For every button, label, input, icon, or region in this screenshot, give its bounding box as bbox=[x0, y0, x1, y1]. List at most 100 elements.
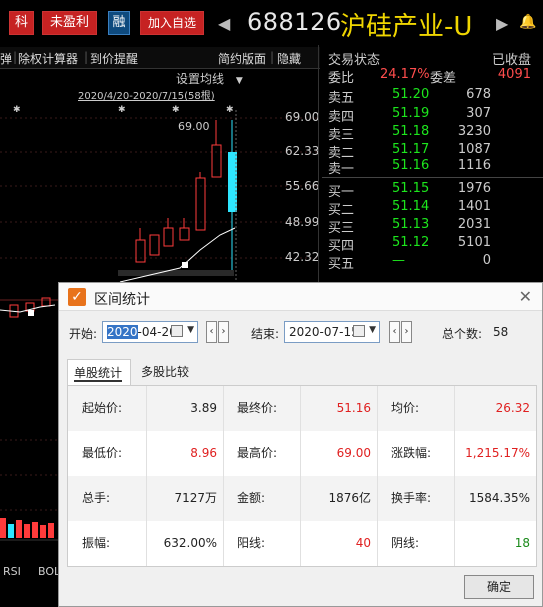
stats-tabs: 单股统计 多股比较 bbox=[67, 359, 537, 385]
end-date-label: 结束: bbox=[251, 327, 280, 341]
dialog-title-bar[interactable]: ✓ 区间统计 ✕ bbox=[59, 283, 542, 311]
margin-trading-tag: 融 bbox=[108, 11, 130, 35]
ask-price: 51.17 bbox=[392, 142, 430, 157]
prev-stock-icon[interactable]: ◀ bbox=[218, 14, 230, 33]
chevron-down-icon[interactable]: ▼ bbox=[187, 325, 194, 335]
commission-diff-value: 4091 bbox=[497, 67, 531, 82]
panel-divider bbox=[318, 45, 319, 285]
ask-volume: 307 bbox=[466, 106, 491, 121]
bid-price: 51.12 bbox=[392, 235, 430, 250]
toolbar-divider: | bbox=[270, 50, 275, 64]
start-next-button[interactable]: › bbox=[218, 321, 229, 343]
next-stock-icon[interactable]: ▶ bbox=[496, 14, 508, 33]
bid-row[interactable]: 买二 51.14 1401 bbox=[322, 199, 543, 218]
indicator-tabs: RSI BOL bbox=[0, 563, 60, 581]
commission-ratio-value: 24.17% bbox=[380, 67, 430, 82]
trade-status-label: 交易状态 bbox=[328, 53, 381, 68]
tab-rsi[interactable]: RSI bbox=[3, 565, 21, 578]
bid-row[interactable]: 买四 51.12 5101 bbox=[322, 235, 543, 254]
stat-value: 7127万 bbox=[174, 491, 217, 505]
calendar-icon[interactable] bbox=[353, 325, 365, 337]
simple-layout-button[interactable]: 简约版面 bbox=[218, 50, 266, 67]
commission-ratio-label: 委比 bbox=[328, 71, 355, 86]
stat-value: 1584.35% bbox=[468, 491, 530, 505]
stat-label: 涨跌幅: bbox=[391, 446, 432, 460]
bid-price: 51.13 bbox=[392, 217, 430, 232]
price-alert-button[interactable]: 到价提醒 bbox=[90, 50, 138, 67]
stat-label: 最高价: bbox=[237, 446, 278, 460]
start-date-year: 2020 bbox=[107, 325, 138, 339]
svg-text:✱: ✱ bbox=[13, 105, 21, 115]
ask-row[interactable]: 卖一 51.16 1116 bbox=[322, 158, 543, 177]
total-count-label: 总个数: bbox=[442, 327, 483, 341]
ok-button[interactable]: 确定 bbox=[464, 575, 534, 599]
bid-row[interactable]: 买三 51.13 2031 bbox=[322, 217, 543, 236]
y-axis-label: 42.32 bbox=[285, 250, 320, 264]
chevron-down-icon[interactable]: ▼ bbox=[369, 325, 376, 335]
toolbar-divider: | bbox=[84, 50, 89, 64]
unprofitable-tag: 未盈利 bbox=[42, 11, 97, 35]
stat-value: 40 bbox=[355, 536, 371, 550]
stat-value: 3.89 bbox=[190, 401, 217, 415]
stat-value: 26.32 bbox=[495, 401, 530, 415]
bid-row[interactable]: 买一 51.15 1976 bbox=[322, 181, 543, 200]
end-prev-button[interactable]: ‹ bbox=[389, 321, 400, 343]
ask-label: 卖一 bbox=[328, 162, 355, 177]
ex-rights-calculator-button[interactable]: 除权计算器 bbox=[18, 50, 78, 67]
start-date-picker[interactable]: 2020-04-20 ▼ bbox=[102, 321, 198, 343]
bid-volume: 1976 bbox=[457, 181, 491, 196]
stats-table: 起始价: 3.89 最终价: 51.16 均价: 26.32 最低价: 8.96… bbox=[67, 385, 537, 567]
y-axis-label: 48.99 bbox=[285, 215, 320, 229]
tab-single-stock[interactable]: 单股统计 bbox=[67, 359, 131, 385]
start-date-value: 2020-04-20 bbox=[107, 325, 177, 339]
tab-boll[interactable]: BOL bbox=[38, 565, 60, 578]
interval-stats-dialog: ✓ 区间统计 ✕ 开始: 2020-04-20 ▼ ‹ › 结束: 2020-0… bbox=[58, 282, 543, 607]
quote-header: 科 未盈利 融 加入自选 ◀ 688126 沪硅产业-U ▶ 🔔 bbox=[0, 0, 543, 45]
add-to-watchlist-button[interactable]: 加入自选 bbox=[140, 11, 204, 35]
stat-label: 振幅: bbox=[82, 536, 111, 550]
bid-volume: 0 bbox=[482, 253, 491, 268]
bid-label: 买三 bbox=[328, 221, 355, 236]
total-count-value: 58 bbox=[493, 325, 509, 339]
stat-value: 69.00 bbox=[336, 446, 371, 460]
calendar-icon[interactable] bbox=[171, 325, 183, 337]
end-date-picker[interactable]: 2020-07-15 ▼ bbox=[284, 321, 380, 343]
chart-toolbar: 弹 | 除权计算器 | 到价提醒 简约版面 | 隐藏 bbox=[0, 47, 320, 69]
bid-volume: 1401 bbox=[457, 199, 491, 214]
alert-bell-icon[interactable]: 🔔 bbox=[519, 14, 536, 30]
close-icon[interactable]: ✕ bbox=[519, 287, 532, 306]
ma-settings-dropdown[interactable]: 设置均线 ▼ bbox=[176, 70, 243, 87]
order-book: 交易状态 已收盘 委比 24.17% 委差 4091 卖五 51.20 678 … bbox=[322, 45, 543, 285]
stock-code: 688126 bbox=[247, 8, 342, 36]
start-prev-button[interactable]: ‹ bbox=[206, 321, 217, 343]
stat-value: 51.16 bbox=[336, 401, 371, 415]
ma-settings-label: 设置均线 bbox=[176, 72, 225, 86]
svg-text:✱: ✱ bbox=[172, 105, 180, 115]
star-market-tag: 科 bbox=[9, 11, 34, 35]
stat-value: 1876亿 bbox=[328, 491, 371, 505]
ask-row[interactable]: 卖四 51.19 307 bbox=[322, 106, 543, 125]
stock-name: 沪硅产业-U bbox=[340, 12, 473, 42]
ask-volume: 1087 bbox=[457, 142, 491, 157]
ask-row[interactable]: 卖五 51.20 678 bbox=[322, 87, 543, 106]
stat-value: 18 bbox=[514, 536, 530, 550]
stat-value: 1,215.17% bbox=[465, 446, 530, 460]
end-next-button[interactable]: › bbox=[401, 321, 412, 343]
toolbar-item-0[interactable]: 弹 bbox=[0, 50, 12, 67]
stat-label: 换手率: bbox=[391, 491, 432, 505]
ask-row[interactable]: 卖三 51.18 3230 bbox=[322, 124, 543, 143]
bid-row[interactable]: 买五 — 0 bbox=[322, 253, 543, 272]
ask-label: 卖三 bbox=[328, 128, 355, 143]
bid-label: 买五 bbox=[328, 257, 355, 272]
start-date-label: 开始: bbox=[69, 327, 98, 341]
tab-multi-compare[interactable]: 多股比较 bbox=[135, 359, 199, 385]
stat-label: 阴线: bbox=[391, 536, 420, 550]
ask-price: 51.18 bbox=[392, 124, 430, 139]
hide-button[interactable]: 隐藏 bbox=[277, 50, 301, 67]
stat-label: 阳线: bbox=[237, 536, 266, 550]
ask-price: 51.20 bbox=[392, 87, 430, 102]
stat-label: 最终价: bbox=[237, 401, 278, 415]
toolbar-divider: | bbox=[13, 50, 18, 64]
stat-value: 632.00% bbox=[163, 536, 217, 550]
bid-price: 51.15 bbox=[392, 181, 430, 196]
